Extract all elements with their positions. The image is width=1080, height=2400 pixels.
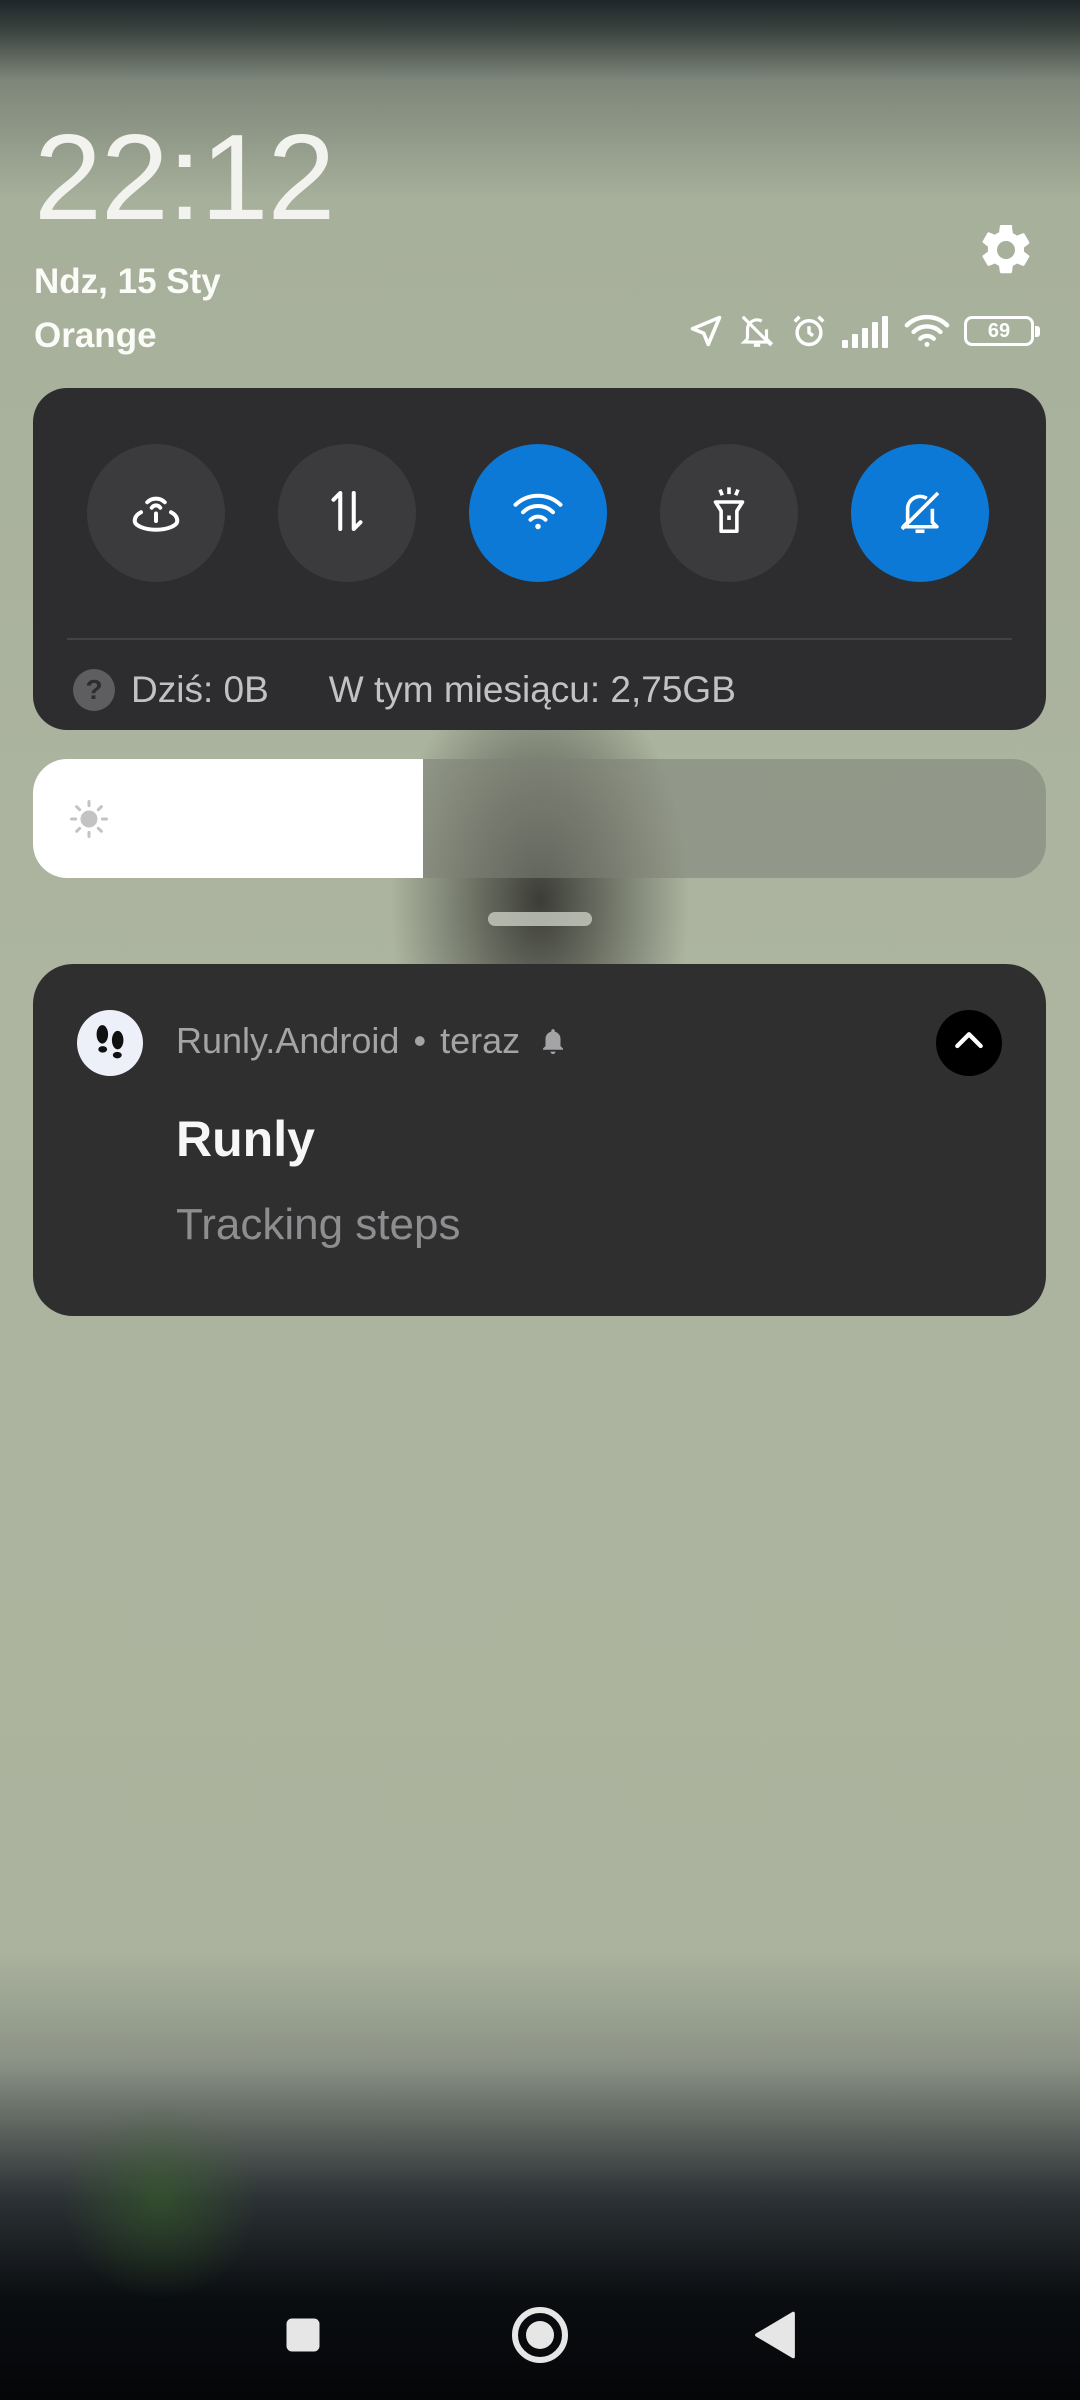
hotspot-icon	[126, 481, 186, 546]
home-button[interactable]	[495, 2292, 585, 2382]
mute-toggle[interactable]	[851, 444, 989, 582]
chevron-up-icon	[949, 1021, 989, 1066]
alert-bell-icon	[538, 1026, 568, 1056]
panel-drag-handle[interactable]	[488, 912, 592, 926]
data-usage-row[interactable]: ? Dziś: 0B W tym miesiącu: 2,75GB	[73, 660, 736, 720]
date[interactable]: Ndz, 15 Sty	[34, 262, 221, 302]
back-button[interactable]	[730, 2292, 820, 2382]
collapse-notification-button[interactable]	[936, 1010, 1002, 1076]
data-usage-today: Dziś: 0B	[131, 669, 269, 710]
quick-settings-panel: ? Dziś: 0B W tym miesiącu: 2,75GB	[33, 388, 1046, 730]
location-icon	[688, 313, 724, 349]
separator-dot: •	[413, 1020, 427, 1061]
status-bar-icons: 69	[688, 312, 1040, 350]
data-usage-month: W tym miesiącu: 2,75GB	[328, 669, 736, 710]
alarm-icon	[790, 312, 828, 350]
brightness-sun-icon	[69, 799, 109, 839]
help-icon: ?	[73, 669, 115, 711]
recents-icon	[281, 2313, 325, 2362]
carrier-name: Orange	[34, 316, 157, 355]
flashlight-icon	[702, 484, 756, 543]
data-arrows-icon	[320, 484, 374, 543]
notification-app-name: Runly.Android	[176, 1020, 400, 1061]
hotspot-toggle[interactable]	[87, 444, 225, 582]
wifi-toggle[interactable]	[469, 444, 607, 582]
flashlight-toggle[interactable]	[660, 444, 798, 582]
home-icon	[510, 2305, 570, 2370]
notification-header: Runly.Android • teraz	[176, 1020, 568, 1062]
mobile-data-toggle[interactable]	[278, 444, 416, 582]
back-icon	[752, 2310, 798, 2365]
battery-icon: 69	[964, 316, 1040, 346]
notification-text: Tracking steps	[176, 1200, 461, 1249]
wallpaper-glow	[60, 2100, 260, 2300]
navigation-bar	[0, 2292, 1080, 2382]
clock[interactable]: 22:12	[34, 116, 335, 238]
brightness-slider[interactable]	[33, 759, 1046, 878]
signal-icon	[842, 314, 890, 348]
notification-card[interactable]: Runly.Android • teraz Runly Tracking ste…	[33, 964, 1046, 1316]
notification-title: Runly	[176, 1111, 315, 1167]
notification-time: teraz	[440, 1020, 521, 1061]
bell-off-icon	[893, 484, 947, 543]
wifi-icon	[508, 481, 568, 546]
qs-divider	[67, 638, 1012, 640]
wifi-icon	[904, 313, 950, 349]
settings-gear-icon[interactable]	[976, 220, 1036, 280]
recents-button[interactable]	[258, 2292, 348, 2382]
notifications-off-icon	[738, 312, 776, 350]
runly-app-icon	[77, 1010, 143, 1076]
